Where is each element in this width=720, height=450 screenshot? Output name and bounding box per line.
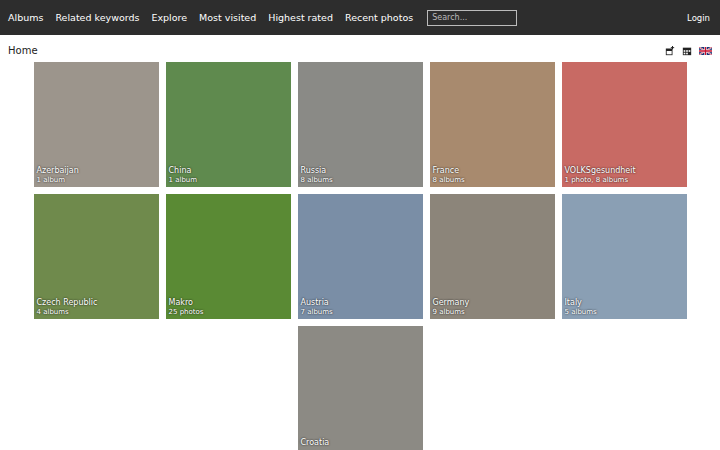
album-name: Russia [301,166,420,176]
album-card[interactable]: Russia8 albums [298,62,423,187]
album-name: France [433,166,552,176]
album-grid: Azerbaijan1 albumChina1 albumRussia8 alb… [34,62,687,450]
album-count: 1 photo, 8 albums [565,176,684,184]
album-name: Czech Republic [37,298,156,308]
album-card[interactable]: Croatia [298,326,423,450]
nav-item[interactable]: Albums [8,12,43,23]
album-count: 8 albums [433,176,552,184]
album-count: 5 albums [565,308,684,316]
album-card[interactable]: VOLKSgesundheit1 photo, 8 albums [562,62,687,187]
uk-flag-icon[interactable] [699,47,712,55]
album-count: 9 albums [433,308,552,316]
album-caption: Croatia [301,438,420,448]
album-name: Makro [169,298,288,308]
nav-item[interactable]: Most visited [199,12,256,23]
album-card[interactable]: Czech Republic4 albums [34,194,159,319]
search-input[interactable] [427,10,517,26]
album-card[interactable]: Makro25 photos [166,194,291,319]
album-name: Austria [301,298,420,308]
album-card[interactable]: Italy5 albums [562,194,687,319]
login-link[interactable]: Login [687,13,710,23]
album-card[interactable]: Germany9 albums [430,194,555,319]
album-caption: Italy5 albums [565,298,684,316]
album-name: Croatia [301,438,420,448]
album-name: VOLKSgesundheit [565,166,684,176]
album-count: 8 albums [301,176,420,184]
album-count: 1 album [169,176,288,184]
album-caption: Russia8 albums [301,166,420,184]
nav-item[interactable]: Recent photos [345,12,413,23]
album-caption: VOLKSgesundheit1 photo, 8 albums [565,166,684,184]
album-name: Azerbaijan [37,166,156,176]
breadcrumb-bar: Home [0,35,720,62]
nav-item[interactable]: Related keywords [55,12,139,23]
album-count: 25 photos [169,308,288,316]
album-card[interactable]: China1 album [166,62,291,187]
album-card[interactable]: Azerbaijan1 album [34,62,159,187]
album-caption: Germany9 albums [433,298,552,316]
album-count: 7 albums [301,308,420,316]
nav-item[interactable]: Highest rated [268,12,333,23]
album-caption: Makro25 photos [169,298,288,316]
album-caption: Azerbaijan1 album [37,166,156,184]
album-name: China [169,166,288,176]
album-caption: China1 album [169,166,288,184]
toolbar [665,46,712,56]
album-count: 1 album [37,176,156,184]
main-nav: Albums Related keywords Explore Most visite… [8,12,413,23]
calendar-add-icon[interactable] [665,46,675,56]
album-card[interactable]: France8 albums [430,62,555,187]
breadcrumb-home[interactable]: Home [8,45,38,56]
calendar-icon[interactable] [682,46,692,56]
album-caption: France8 albums [433,166,552,184]
nav-item[interactable]: Explore [151,12,187,23]
album-caption: Austria7 albums [301,298,420,316]
album-name: Italy [565,298,684,308]
album-caption: Czech Republic4 albums [37,298,156,316]
album-card[interactable]: Austria7 albums [298,194,423,319]
page: Albums Related keywords Explore Most visite… [0,0,720,450]
top-bar: Albums Related keywords Explore Most visite… [0,0,720,35]
album-count: 4 albums [37,308,156,316]
album-name: Germany [433,298,552,308]
